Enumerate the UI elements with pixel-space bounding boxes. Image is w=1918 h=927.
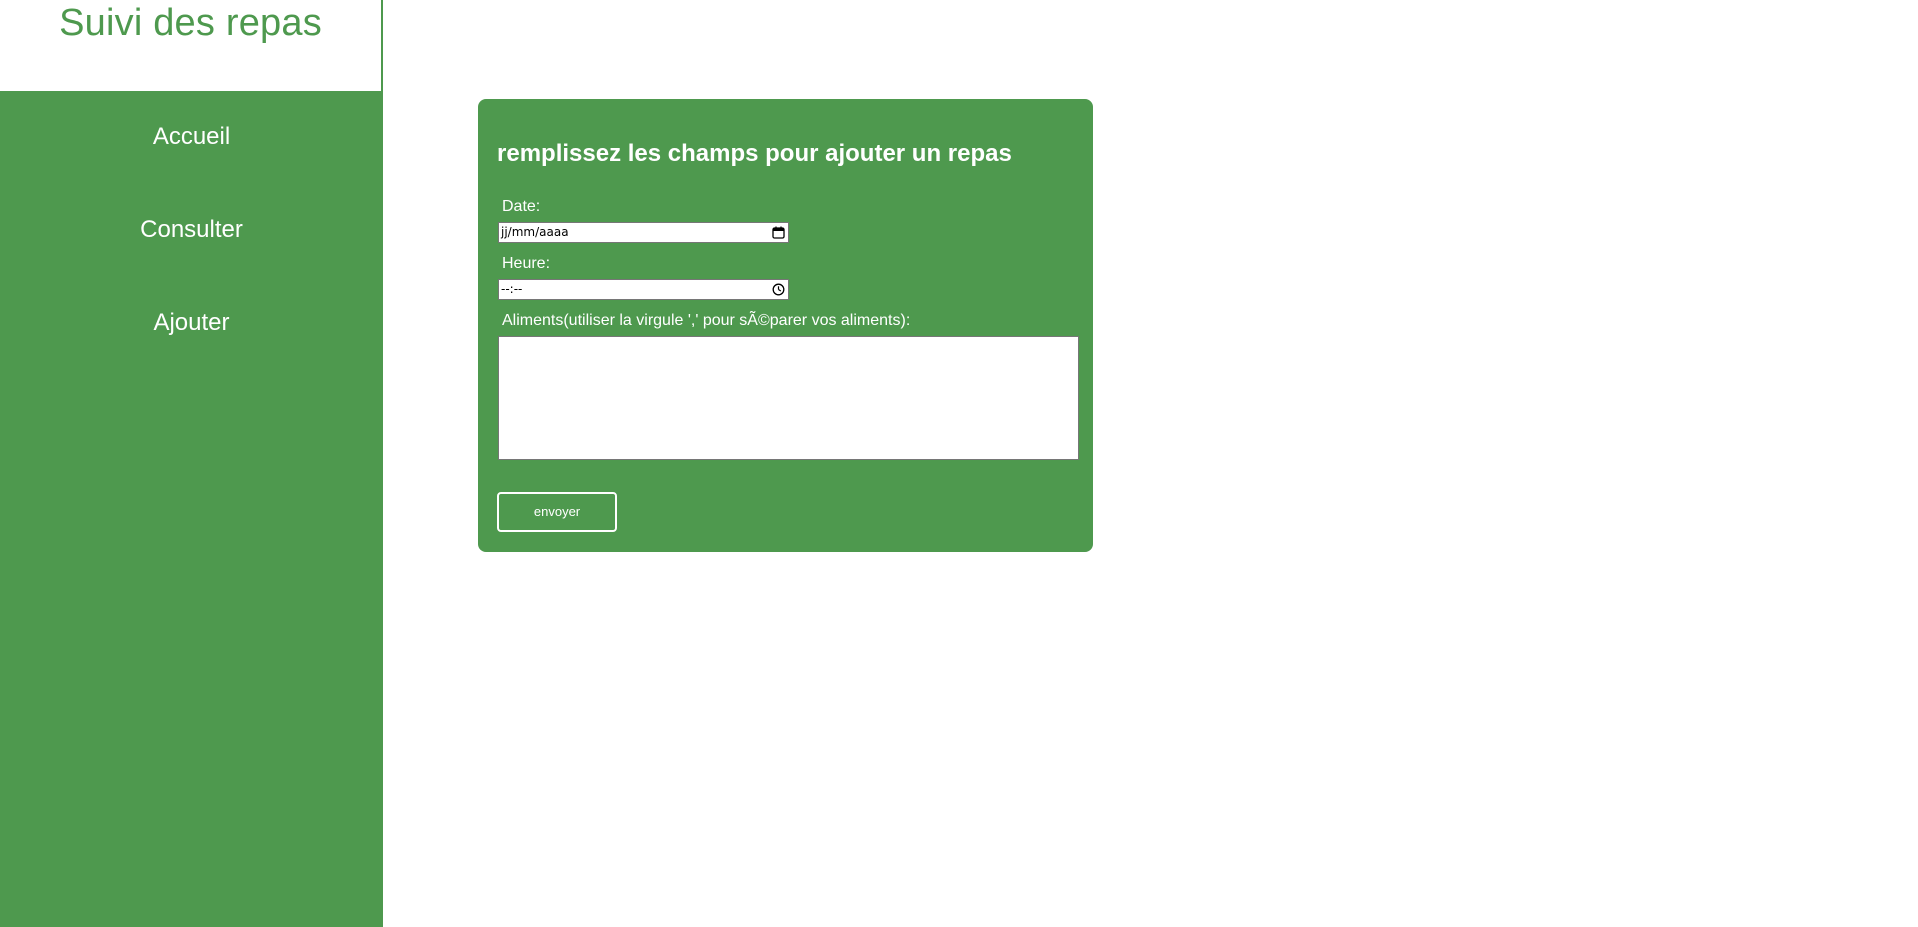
clock-icon[interactable] bbox=[772, 283, 785, 296]
nav-item-ajouter[interactable]: Ajouter bbox=[0, 308, 383, 338]
date-input[interactable]: jj/mm/aaaa bbox=[498, 222, 789, 243]
sidebar-nav: Accueil Consulter Ajouter bbox=[0, 91, 383, 927]
nav-item-consulter[interactable]: Consulter bbox=[0, 215, 383, 245]
submit-button[interactable]: envoyer bbox=[497, 492, 617, 532]
calendar-icon[interactable] bbox=[772, 226, 785, 239]
time-input[interactable]: --:-- bbox=[498, 279, 789, 300]
sidebar: Suivi des repas Accueil Consulter Ajoute… bbox=[0, 0, 383, 927]
form-title: remplissez les champs pour ajouter un re… bbox=[497, 140, 1012, 167]
add-meal-form: remplissez les champs pour ajouter un re… bbox=[478, 99, 1093, 552]
brand-header: Suivi des repas bbox=[0, 0, 383, 91]
foods-label: Aliments(utiliser la virgule ',' pour sÃ… bbox=[502, 312, 911, 329]
date-placeholder: jj/mm/aaaa bbox=[501, 225, 569, 239]
time-placeholder: --:-- bbox=[501, 282, 523, 296]
nav-item-accueil[interactable]: Accueil bbox=[0, 122, 383, 152]
page: Suivi des repas Accueil Consulter Ajoute… bbox=[0, 0, 1918, 927]
date-label: Date: bbox=[502, 198, 541, 215]
foods-textarea[interactable] bbox=[498, 336, 1079, 460]
time-label: Heure: bbox=[502, 255, 551, 272]
app-title: Suivi des repas bbox=[59, 2, 322, 44]
